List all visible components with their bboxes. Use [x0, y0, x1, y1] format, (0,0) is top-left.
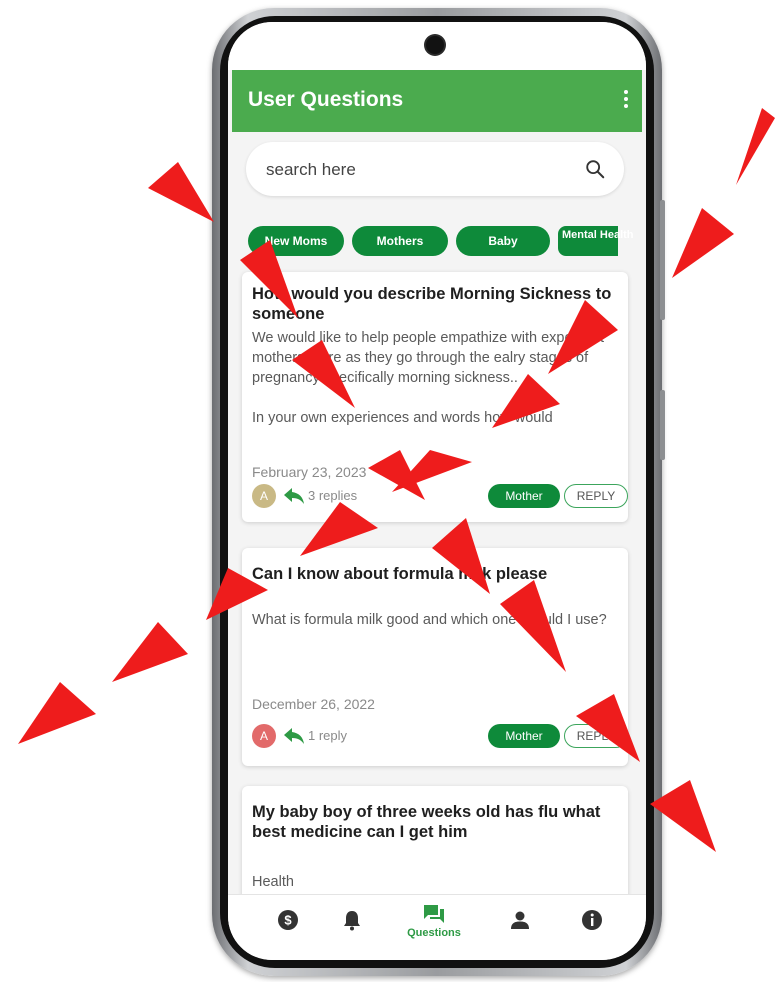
- status-bar: [228, 22, 646, 70]
- app-bar: User Questions: [232, 70, 642, 132]
- question-title: How would you describe Morning Sickness …: [252, 285, 612, 323]
- chip-new-moms[interactable]: New Moms: [248, 226, 344, 256]
- question-body: We would like to help people empathize w…: [252, 330, 604, 426]
- avatar: A: [252, 724, 276, 748]
- reply-button[interactable]: REPLY: [564, 484, 628, 508]
- question-meta: A 3 replies Mother REPLY: [252, 482, 628, 512]
- more-vert-icon[interactable]: [622, 90, 630, 112]
- volume-button: [660, 200, 665, 320]
- red-arrow-icon: [148, 162, 214, 222]
- avatar: A: [252, 484, 276, 508]
- question-body: Health: [252, 874, 294, 890]
- question-date: February 23, 2023: [252, 464, 367, 480]
- reply-button[interactable]: REPLY: [564, 724, 628, 748]
- dollar-icon: $: [278, 910, 298, 930]
- search-icon[interactable]: [584, 158, 606, 180]
- page-title: User Questions: [248, 88, 404, 111]
- role-badge: Mother: [488, 724, 560, 748]
- nav-item-profile[interactable]: [500, 909, 540, 949]
- person-icon: [511, 911, 529, 929]
- red-arrow-icon: [672, 208, 734, 278]
- question-title: Can I know about formula milk please: [252, 565, 548, 583]
- question-meta: A 1 reply Mother REPLY: [252, 722, 628, 752]
- chip-baby[interactable]: Baby: [456, 226, 550, 256]
- bottom-nav: $ Questions: [228, 894, 646, 960]
- phone-screen: User Questions New Moms Mothers Baby Mental…: [228, 22, 646, 960]
- question-card[interactable]: How would you describe Morning Sickness …: [242, 272, 628, 522]
- reply-arrow-icon: [284, 728, 304, 744]
- category-chips: New Moms Mothers Baby Mental Health: [248, 226, 646, 258]
- svg-text:$: $: [284, 913, 292, 928]
- role-badge: Mother: [488, 484, 560, 508]
- front-camera: [426, 36, 444, 54]
- nav-item-notifications[interactable]: [332, 909, 372, 949]
- bell-icon: [344, 911, 360, 931]
- nav-item-info[interactable]: [572, 909, 612, 949]
- chip-mothers[interactable]: Mothers: [352, 226, 448, 256]
- reply-count[interactable]: 1 reply: [308, 728, 347, 743]
- reply-count[interactable]: 3 replies: [308, 488, 357, 503]
- nav-item-pricing[interactable]: $: [268, 909, 308, 949]
- power-button: [660, 390, 665, 460]
- red-arrow-icon: [736, 108, 775, 185]
- reply-arrow-icon: [284, 488, 304, 504]
- nav-label-questions: Questions: [407, 927, 461, 939]
- search-input[interactable]: [264, 142, 558, 198]
- question-title: My baby boy of three weeks old has flu w…: [252, 803, 601, 841]
- red-arrow-icon: [18, 682, 96, 744]
- search-bar: [246, 142, 624, 198]
- info-icon: [582, 910, 602, 930]
- chat-icon: [424, 905, 444, 923]
- question-card[interactable]: Can I know about formula milk please Wha…: [242, 548, 628, 766]
- red-arrow-icon: [112, 622, 188, 682]
- chip-mental-health[interactable]: Mental Health: [558, 226, 634, 256]
- question-date: December 26, 2022: [252, 696, 375, 712]
- question-body: What is formula milk good and which one …: [252, 612, 607, 628]
- nav-item-questions[interactable]: Questions: [404, 903, 464, 943]
- stage: User Questions New Moms Mothers Baby Mental…: [0, 0, 775, 982]
